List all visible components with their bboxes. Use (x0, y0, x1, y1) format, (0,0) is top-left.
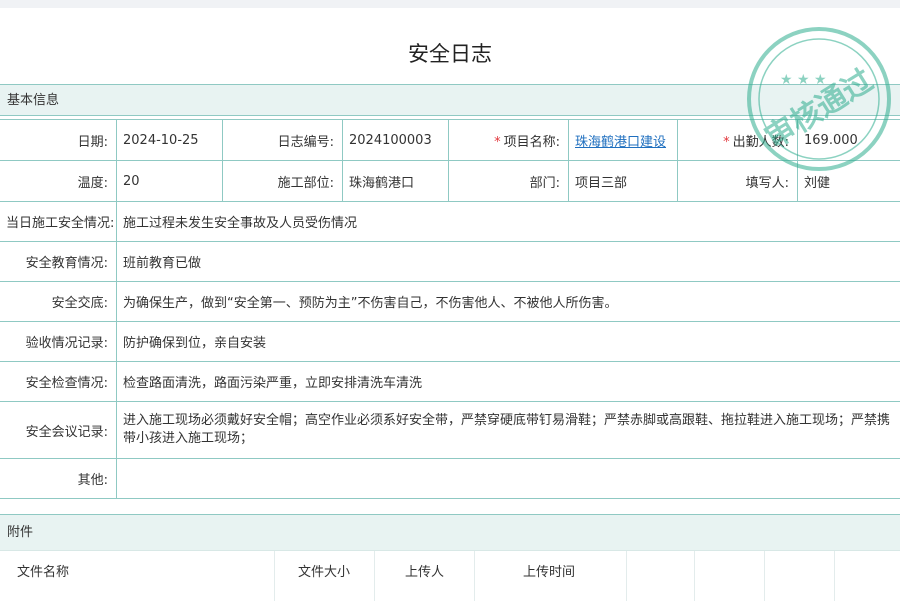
filler-value: 刘健 (798, 161, 900, 202)
detail-label: 安全检查情况: (0, 362, 117, 402)
detail-row: 当日施工安全情况: 施工过程未发生安全事故及人员受伤情况 (0, 202, 900, 242)
required-mark: * (494, 135, 501, 150)
department-label: 部门: (449, 161, 569, 202)
temperature-label: 温度: (0, 161, 117, 202)
detail-value: 班前教育已做 (117, 242, 900, 282)
detail-label: 验收情况记录: (0, 322, 117, 362)
detail-row: 安全教育情况: 班前教育已做 (0, 242, 900, 282)
construction-part-value: 珠海鹤港口 (343, 161, 449, 202)
column-divider (764, 551, 765, 601)
detail-value: 检查路面清洗，路面污染严重，立即安排清洗车清洗 (117, 362, 900, 402)
filler-label: 填写人: (678, 161, 798, 202)
column-divider (374, 551, 375, 601)
project-name-label: *项目名称: (449, 120, 569, 161)
project-name-label-text: 项目名称: (504, 135, 560, 150)
detail-label: 安全会议记录: (0, 402, 117, 459)
column-divider (274, 551, 275, 601)
detail-label: 当日施工安全情况: (0, 202, 117, 242)
column-divider (474, 551, 475, 601)
detail-value: 防护确保到位，亲自安装 (117, 322, 900, 362)
basic-info-table: 日期: 2024-10-25 日志编号: 2024100003 *项目名称: 珠… (0, 119, 900, 499)
detail-value (117, 459, 900, 499)
column-divider (694, 551, 695, 601)
project-name-link[interactable]: 珠海鹤港口建设 (575, 135, 666, 150)
top-bar (0, 0, 900, 8)
detail-row: 安全会议记录: 进入施工现场必须戴好安全帽；高空作业必须系好安全带，严禁穿硬底带… (0, 402, 900, 459)
department-value: 项目三部 (569, 161, 678, 202)
col-file-size: 文件大小 (298, 551, 350, 601)
col-file-name: 文件名称 (17, 551, 69, 601)
project-name-cell: 珠海鹤港口建设 (569, 120, 678, 161)
attendance-label-text: 出勤人数: (733, 135, 789, 150)
col-upload-time: 上传时间 (523, 551, 575, 601)
detail-value: 施工过程未发生安全事故及人员受伤情况 (117, 202, 900, 242)
attendance-label: *出勤人数: (678, 120, 798, 161)
attendance-value: 169.000 (798, 120, 900, 161)
detail-label: 其他: (0, 459, 117, 499)
log-number-label: 日志编号: (223, 120, 343, 161)
date-label: 日期: (0, 120, 117, 161)
column-divider (626, 551, 627, 601)
attachments-header: 附件 (0, 514, 900, 551)
column-divider (834, 551, 835, 601)
page-title: 安全日志 (0, 38, 900, 68)
date-value: 2024-10-25 (117, 120, 223, 161)
detail-label: 安全教育情况: (0, 242, 117, 282)
basic-info-header: 基本信息 (0, 84, 900, 116)
info-row-2: 温度: 20 施工部位: 珠海鹤港口 部门: 项目三部 填写人: 刘健 (0, 161, 900, 202)
detail-value: 进入施工现场必须戴好安全帽；高空作业必须系好安全带，严禁穿硬底带钉易滑鞋；严禁赤… (117, 402, 900, 459)
required-mark: * (723, 135, 730, 150)
col-uploader: 上传人 (405, 551, 444, 601)
temperature-value: 20 (117, 161, 223, 202)
attachments-table-header: 文件名称 文件大小 上传人 上传时间 (0, 550, 900, 601)
detail-row: 其他: (0, 459, 900, 499)
log-number-value: 2024100003 (343, 120, 449, 161)
info-row-1: 日期: 2024-10-25 日志编号: 2024100003 *项目名称: 珠… (0, 120, 900, 161)
detail-row: 验收情况记录: 防护确保到位，亲自安装 (0, 322, 900, 362)
detail-label: 安全交底: (0, 282, 117, 322)
detail-value: 为确保生产，做到“安全第一、预防为主”不伤害自己，不伤害他人、不被他人所伤害。 (117, 282, 900, 322)
detail-row: 安全检查情况: 检查路面清洗，路面污染严重，立即安排清洗车清洗 (0, 362, 900, 402)
construction-part-label: 施工部位: (223, 161, 343, 202)
detail-row: 安全交底: 为确保生产，做到“安全第一、预防为主”不伤害自己，不伤害他人、不被他… (0, 282, 900, 322)
